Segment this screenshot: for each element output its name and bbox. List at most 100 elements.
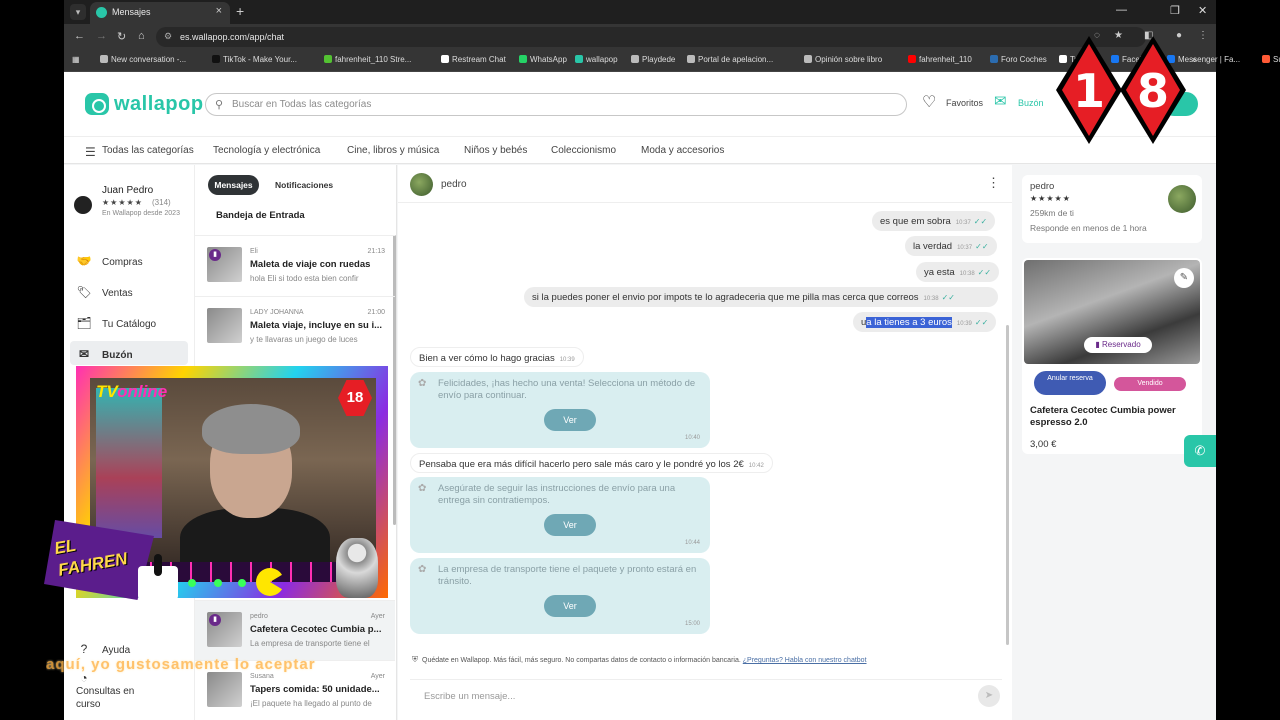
conv-snippet: y te llavaras un juego de luces bbox=[250, 335, 358, 344]
review-count: (314) bbox=[152, 198, 171, 207]
view-button[interactable]: Ver bbox=[544, 514, 596, 536]
bookmark-item[interactable]: Restream Chat bbox=[441, 55, 506, 64]
bookmark-item[interactable]: Messenger | Fa... bbox=[1167, 55, 1240, 64]
send-icon[interactable]: ➤ bbox=[978, 685, 1000, 707]
sidebar-item-ventas[interactable]: 🏷 Ventas bbox=[76, 285, 132, 299]
bookmark-item[interactable]: WhatsApp bbox=[519, 55, 567, 64]
hamburger-icon[interactable]: ☰ bbox=[85, 145, 96, 159]
bookmark-favicon-icon bbox=[575, 55, 583, 63]
chat-contact-name[interactable]: pedro bbox=[441, 179, 467, 190]
bookmark-item[interactable]: Suno bbox=[1262, 55, 1280, 64]
bookmark-item[interactable]: Playdede bbox=[631, 55, 675, 64]
bookmark-label: Messenger | Fa... bbox=[1178, 55, 1241, 64]
back-icon[interactable]: ← bbox=[74, 30, 85, 42]
sidebar-item-buzon[interactable]: ✉ Buzón bbox=[76, 347, 133, 361]
apps-icon[interactable]: ▦ bbox=[72, 55, 80, 64]
bookmark-favicon-icon bbox=[990, 55, 998, 63]
bookmark-label: Foro Coches bbox=[1001, 55, 1047, 64]
minimize-icon[interactable]: — bbox=[1116, 4, 1127, 16]
bookmark-item[interactable]: wallapop bbox=[575, 55, 618, 64]
more-options-icon[interactable]: ⋮ bbox=[987, 175, 1000, 191]
scrollbar[interactable] bbox=[1006, 325, 1009, 645]
new-tab-icon[interactable]: + bbox=[236, 3, 244, 19]
message-time: 10:39 bbox=[559, 357, 575, 363]
product-title: Cafetera Cecotec Cumbia power espresso 2… bbox=[1030, 405, 1176, 428]
url-field[interactable]: ⚙ es.wallapop.com/app/chat bbox=[156, 27, 1146, 47]
search-input[interactable]: ⚲ Buscar en Todas las categorías bbox=[205, 93, 907, 116]
bookmark-item[interactable]: Opinión sobre libro bbox=[804, 55, 882, 64]
message-time: 10:38 bbox=[959, 271, 975, 277]
eye-off-icon[interactable]: ◌ bbox=[1094, 30, 1100, 41]
logo-line-1: EL bbox=[52, 535, 78, 559]
read-check-icon: ✓✓ bbox=[974, 318, 989, 327]
maximize-icon[interactable]: ❐ bbox=[1170, 4, 1180, 17]
product-card[interactable]: ✎ ▮ Reservado Anular reserva Vendido Caf… bbox=[1022, 258, 1202, 454]
inbox-label: Buzón bbox=[1018, 98, 1044, 108]
read-check-icon: ✓✓ bbox=[977, 268, 992, 277]
home-icon[interactable]: ⌂ bbox=[138, 30, 145, 42]
profile-icon[interactable]: ● bbox=[1176, 30, 1182, 41]
item-thumbnail bbox=[207, 308, 242, 343]
forward-icon[interactable]: → bbox=[96, 30, 107, 42]
menu-icon[interactable]: ⋮ bbox=[1198, 30, 1208, 41]
category-collecting[interactable]: Coleccionismo bbox=[551, 145, 616, 156]
sidebar-item-label: Consultas en curso bbox=[76, 686, 135, 710]
conv-snippet: ¡El paquete ha llegado al punto de bbox=[250, 699, 372, 708]
bookmark-favicon-icon bbox=[908, 55, 916, 63]
chatbot-link[interactable]: ¿Preguntas? Habla con nuestro chatbot bbox=[743, 657, 867, 664]
bookmark-item[interactable]: New conversation -... bbox=[100, 55, 186, 64]
wallapop-icon: ✿ bbox=[418, 564, 427, 575]
cancel-reservation-button[interactable]: Anular reserva bbox=[1034, 371, 1106, 395]
close-window-icon[interactable]: ✕ bbox=[1198, 4, 1207, 17]
tab-messages[interactable]: Mensajes bbox=[208, 175, 259, 195]
message-text: Bien a ver cómo lo hago gracias bbox=[419, 353, 555, 364]
help-icon: ? bbox=[80, 642, 88, 656]
chat-header: pedro ⋮ bbox=[398, 165, 1012, 203]
tab-search-button[interactable]: ▾ bbox=[70, 4, 86, 20]
sold-button[interactable]: Vendido bbox=[1114, 377, 1186, 391]
list-item[interactable]: ▮ pedro Ayer Cafetera Cecotec Cumbia p..… bbox=[195, 600, 395, 660]
view-button[interactable]: Ver bbox=[544, 595, 596, 617]
bookmark-favicon-icon bbox=[631, 55, 639, 63]
tv-online-logo: TVonline bbox=[96, 382, 167, 402]
bookmark-item[interactable]: TikTok - Make Your... bbox=[212, 55, 297, 64]
chatbot-icon[interactable]: ✆ bbox=[1184, 435, 1216, 467]
seller-card[interactable]: pedro ★★★★★ 259km de ti Responde en meno… bbox=[1022, 175, 1202, 243]
close-tab-icon[interactable]: × bbox=[216, 5, 222, 17]
view-button[interactable]: Ver bbox=[544, 409, 596, 431]
message-input[interactable]: Escribe un mensaje... ➤ bbox=[410, 679, 1002, 709]
bookmark-icon: ▮ bbox=[209, 249, 221, 261]
message-time: 10:40 bbox=[684, 435, 700, 441]
product-image[interactable]: ✎ ▮ Reservado bbox=[1024, 260, 1200, 364]
bookmark-favicon-icon bbox=[1262, 55, 1270, 63]
category-kids[interactable]: Niños y bebés bbox=[464, 145, 527, 156]
sidebar-item-ayuda[interactable]: ? Ayuda bbox=[76, 642, 131, 656]
category-all[interactable]: Todas las categorías bbox=[102, 145, 194, 156]
edit-icon[interactable]: ✎ bbox=[1174, 268, 1194, 288]
tab-notifications[interactable]: Notificaciones bbox=[275, 180, 333, 190]
site-info-icon[interactable]: ⚙ bbox=[164, 31, 172, 42]
bookmark-item[interactable]: fahrenheit_110 bbox=[908, 55, 972, 64]
avatar[interactable] bbox=[410, 173, 433, 196]
wallapop-icon: ✿ bbox=[418, 483, 427, 494]
avatar[interactable] bbox=[74, 196, 92, 214]
category-fashion[interactable]: Moda y accesorios bbox=[641, 145, 724, 156]
bookmark-item[interactable]: fahrenheit_110 Stre... bbox=[324, 55, 411, 64]
category-cinema[interactable]: Cine, libros y música bbox=[347, 145, 439, 156]
bookmark-item[interactable]: Foro Coches bbox=[990, 55, 1047, 64]
category-tech[interactable]: Tecnología y electrónica bbox=[213, 145, 320, 156]
reload-icon[interactable]: ↻ bbox=[117, 30, 126, 43]
bookmark-favicon-icon bbox=[804, 55, 812, 63]
browser-tab[interactable]: Mensajes × bbox=[90, 2, 230, 24]
system-message: ✿ Felicidades, ¡has hecho una venta! Sel… bbox=[410, 372, 710, 448]
list-item[interactable]: LADY JOHANNA 21:00 Maleta viaje, incluye… bbox=[195, 296, 395, 356]
sidebar-item-catalogo[interactable]: 🗂 Tu Catálogo bbox=[76, 316, 156, 330]
bookmark-favicon-icon bbox=[687, 55, 695, 63]
handshake-icon: 🤝 bbox=[76, 254, 92, 268]
list-item[interactable]: ▮ Eli 21:13 Maleta de viaje con ruedas h… bbox=[195, 235, 395, 295]
conv-title: Maleta viaje, incluye en su i... bbox=[250, 320, 382, 331]
sidebar-item-compras[interactable]: 🤝 Compras bbox=[76, 254, 143, 268]
star-icon[interactable]: ★ bbox=[1114, 30, 1123, 41]
bookmark-item[interactable]: Portal de apelacion... bbox=[687, 55, 773, 64]
profile-name[interactable]: Juan Pedro bbox=[102, 185, 153, 196]
